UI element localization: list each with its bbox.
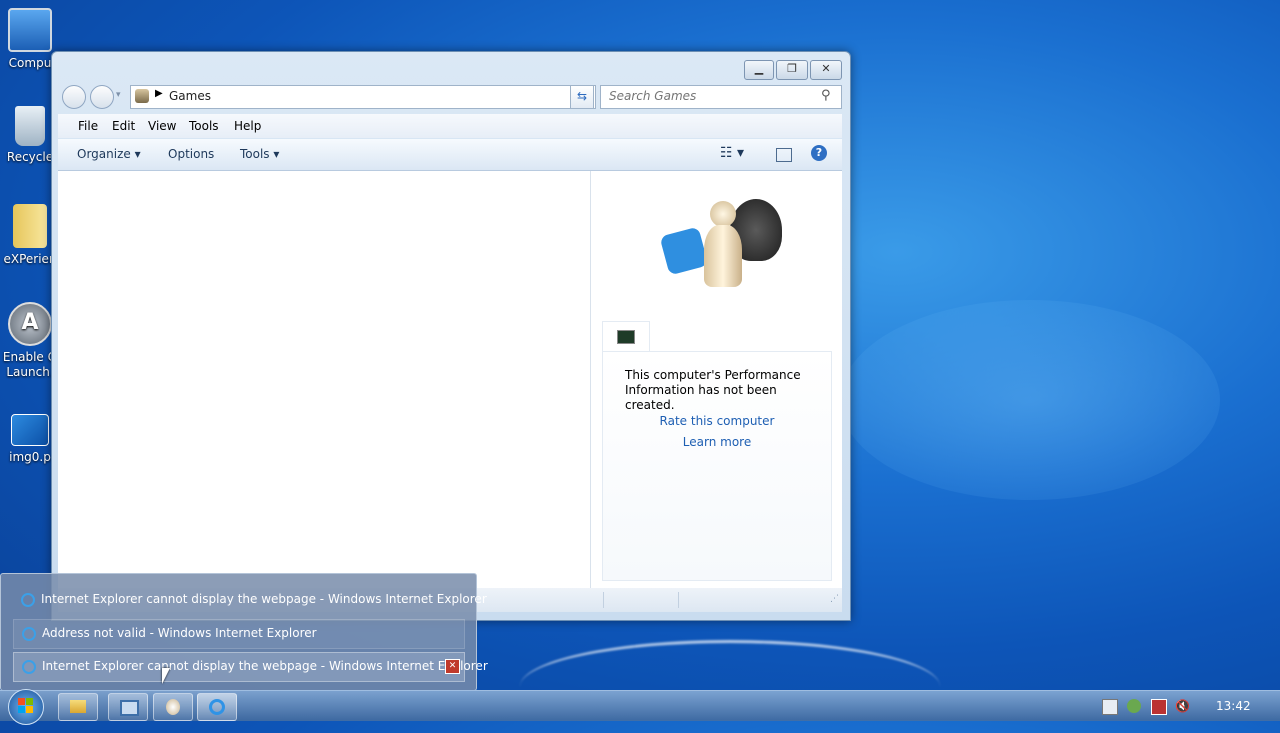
internet-explorer-icon xyxy=(22,660,36,674)
mouse-cursor-icon xyxy=(162,668,170,684)
status-divider xyxy=(678,592,679,608)
performance-tab[interactable] xyxy=(602,321,650,352)
folder-icon xyxy=(13,204,47,248)
refresh-button[interactable]: ⇆ xyxy=(570,85,594,109)
restore-button[interactable]: ❐ xyxy=(776,60,808,80)
internet-explorer-icon xyxy=(209,699,225,715)
monitor-icon xyxy=(120,700,139,716)
games-icon xyxy=(166,699,180,715)
internet-explorer-icon xyxy=(22,627,36,641)
taskbar-internet-explorer-button[interactable] xyxy=(197,693,237,721)
search-icon[interactable]: ⚲ xyxy=(821,88,831,103)
help-icon[interactable]: ? xyxy=(811,145,827,161)
resize-grip-icon[interactable]: ⋰ xyxy=(830,594,839,604)
windows-logo-part xyxy=(18,706,25,713)
games-explorer-window: ▁ ❐ ✕ ▾ ▶ Games ▾ ⇆ ⚲ File Edit View Too… xyxy=(51,51,851,621)
window-list-item[interactable]: Internet Explorer cannot display the web… xyxy=(13,586,487,614)
back-button[interactable] xyxy=(62,85,86,109)
taskbar-window-list-popup: Internet Explorer cannot display the web… xyxy=(0,573,488,691)
taskbar-explorer-button[interactable] xyxy=(58,693,98,721)
close-window-icon[interactable]: ✕ xyxy=(445,659,460,674)
preview-pane-icon[interactable] xyxy=(776,148,792,162)
display-warning-icon[interactable] xyxy=(1151,699,1167,715)
desktop-icon-label: Recycle xyxy=(6,150,54,164)
performance-message: This computer's Performance Information … xyxy=(625,368,801,412)
folder-icon xyxy=(70,700,86,713)
internet-explorer-icon xyxy=(21,593,35,607)
computer-icon xyxy=(8,8,52,52)
action-center-icon[interactable] xyxy=(1102,699,1118,715)
window-list-item[interactable]: Internet Explorer cannot display the web… xyxy=(13,652,488,682)
launcher-icon: A xyxy=(8,302,52,346)
rate-computer-link[interactable]: Rate this computer xyxy=(603,414,831,428)
recent-pages-dropdown-icon[interactable]: ▾ xyxy=(116,90,121,100)
recycle-bin-icon xyxy=(15,106,45,146)
desktop-icon-label: Compu xyxy=(8,56,52,70)
wallpaper-glow xyxy=(840,300,1220,500)
change-view-icon[interactable]: ☷ ▾ xyxy=(720,145,744,161)
games-list-pane[interactable] xyxy=(58,171,590,588)
windows-logo-part xyxy=(26,698,33,705)
games-content-area: This computer's Performance Information … xyxy=(58,171,842,588)
menu-help[interactable]: Help xyxy=(234,119,261,133)
status-divider xyxy=(603,592,604,608)
taskbar: 🔇 13:42 xyxy=(0,689,1280,725)
games-folder-icon xyxy=(135,89,149,103)
tools-button[interactable]: Tools ▾ xyxy=(240,147,279,161)
menu-view[interactable]: View xyxy=(148,119,176,133)
command-bar: Organize ▾ Options Tools ▾ ☷ ▾ ? xyxy=(58,139,842,171)
desktop-icon-label: img0.p xyxy=(9,450,51,464)
organize-button[interactable]: Organize ▾ xyxy=(77,147,141,161)
games-explorer-logo-icon xyxy=(659,195,784,295)
minimize-button[interactable]: ▁ xyxy=(744,60,774,80)
address-text: Games xyxy=(169,89,211,103)
options-button[interactable]: Options xyxy=(168,147,214,161)
learn-more-link[interactable]: Learn more xyxy=(603,435,831,449)
menu-bar: File Edit View Tools Help xyxy=(58,114,842,138)
taskbar-app-button[interactable] xyxy=(108,693,148,721)
pane-divider[interactable] xyxy=(590,171,591,588)
performance-info-panel: This computer's Performance Information … xyxy=(602,351,832,581)
desktop-icon-label: Enable Q Launch. xyxy=(2,350,58,379)
window-list-item[interactable]: Address not valid - Windows Internet Exp… xyxy=(13,619,465,649)
windows-logo-part xyxy=(26,706,33,713)
image-file-icon xyxy=(11,414,49,446)
close-button[interactable]: ✕ xyxy=(810,60,842,80)
menu-file[interactable]: File xyxy=(78,119,98,133)
breadcrumb-arrow-icon[interactable]: ▶ xyxy=(155,88,163,99)
windows-logo-icon xyxy=(18,698,25,705)
network-icon[interactable] xyxy=(1127,699,1141,713)
clock[interactable]: 13:42 xyxy=(1216,699,1251,713)
forward-button[interactable] xyxy=(90,85,114,109)
search-box[interactable]: ⚲ xyxy=(600,85,842,109)
taskbar-games-button[interactable] xyxy=(153,693,193,721)
menu-edit[interactable]: Edit xyxy=(112,119,135,133)
search-input[interactable] xyxy=(607,88,811,104)
volume-muted-icon[interactable]: 🔇 xyxy=(1175,699,1190,713)
desktop-icon-label: eXPerien xyxy=(3,252,57,266)
menu-tools[interactable]: Tools xyxy=(189,119,219,133)
address-bar[interactable]: ▶ Games ▾ xyxy=(130,85,596,109)
performance-monitor-icon xyxy=(617,330,635,344)
